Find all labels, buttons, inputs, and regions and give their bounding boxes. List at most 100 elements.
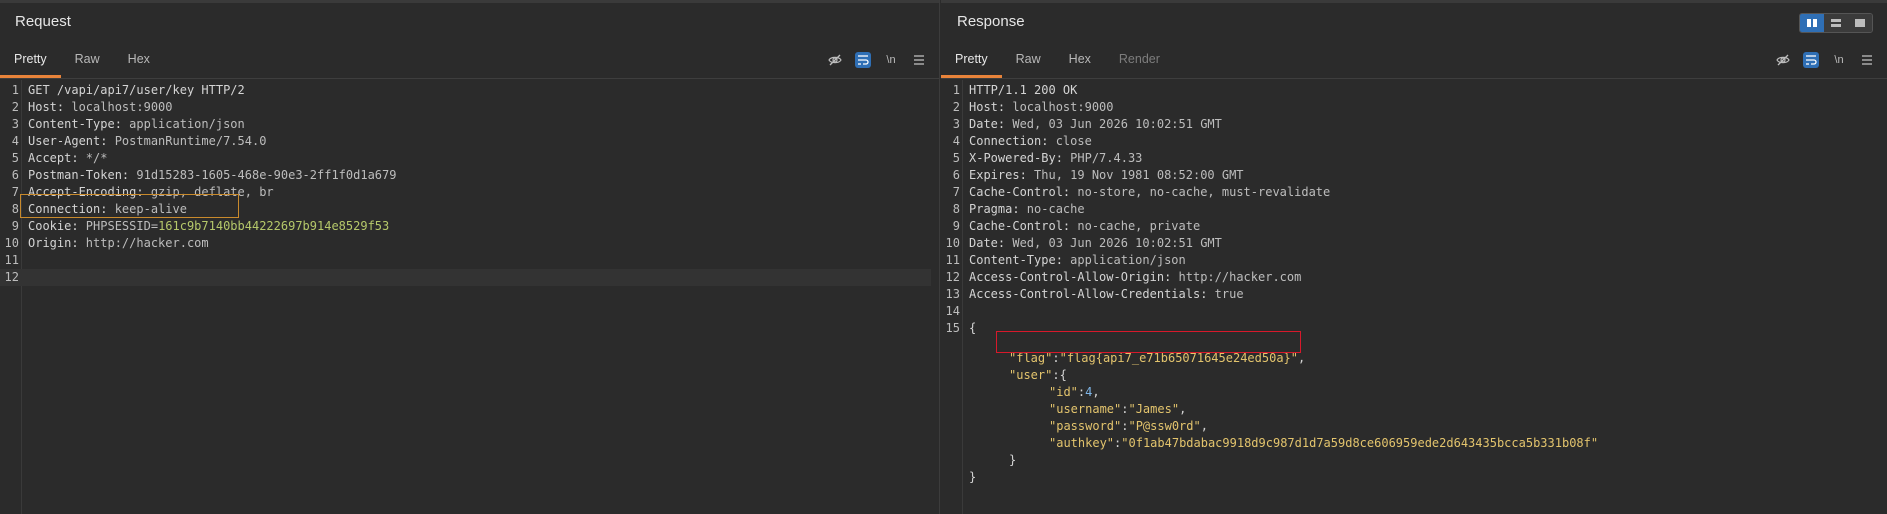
code-line: 10 Date: Wed, 03 Jun 2026 10:02:51 GMT [941,235,1879,252]
header-name: Postman-Token: [28,168,130,182]
header-name: HTTP/1.1 200 OK [969,83,1078,97]
header-name: User-Agent: [28,134,108,148]
code-line: 9 Cookie: PHPSESSID=161c9b7140bb44222697b… [0,218,931,235]
wrap-icon[interactable] [855,52,871,68]
code-line: 2 Host: localhost:9000 [941,99,1879,116]
json-password-line: "password":"P@ssw0rd", [1049,419,1208,433]
line-number: 9 [11,219,19,233]
code-line: 9 Cache-Control: no-cache, private [941,218,1879,235]
line-number: 12 [4,270,19,284]
tab-hex[interactable]: Hex [114,46,164,78]
header-value: PostmanRuntime/7.54.0 [107,134,267,148]
top-border [941,0,1887,3]
tab-raw[interactable]: Raw [61,46,114,78]
tab-pretty[interactable]: Pretty [0,46,61,78]
line-content: Accept: */* [28,150,107,167]
line-content: Content-Type: application/json [28,116,245,133]
code-line: 3 Date: Wed, 03 Jun 2026 10:02:51 GMT [941,116,1879,133]
line-content: Date: Wed, 03 Jun 2026 10:02:51 GMT [969,116,1222,133]
code-line: 6 Postman-Token: 91d15283-1605-468e-90e3-… [0,167,931,184]
header-name: Connection: [969,134,1049,148]
json-outer-close: } [969,470,977,484]
header-name: X-Powered-By: [969,151,1063,165]
response-editor[interactable]: 1 HTTP/1.1 200 OK 2 Host: localhost:9000 3 Da… [941,80,1887,514]
code-line: 11 [0,252,931,269]
code-line: 3 Content-Type: application/json [0,116,931,133]
header-value: http://hacker.com [78,236,209,250]
code-line: 2 Host: localhost:9000 [0,99,931,116]
menu-icon[interactable] [911,52,927,68]
line-content: Cache-Control: no-store, no-cache, must-… [969,184,1330,201]
header-value: application/json [121,117,245,131]
line-number: 8 [952,202,960,216]
line-content: Content-Type: application/json [969,252,1186,269]
response-pane: Response Pretty Raw Hex Render \n 1 HTTP/… [941,0,1887,514]
code-line: 4 User-Agent: PostmanRuntime/7.54.0 [0,133,931,150]
tab-raw[interactable]: Raw [1002,46,1055,78]
line-number: 1 [952,83,960,97]
newline-toggle[interactable]: \n [883,52,899,68]
response-tabs: Pretty Raw Hex Render [941,46,1174,78]
request-editor[interactable]: 1 GET /vapi/api7/user/key HTTP/2 2 Host: lo… [0,80,939,514]
code-line: 12 [0,269,931,286]
header-name: Cookie: [28,219,79,233]
line-number: 8 [11,202,19,216]
header-name: Host: [969,100,1006,114]
header-name: Date: [969,236,1006,250]
header-value: Wed, 03 Jun 2026 10:02:51 GMT [1005,117,1222,131]
header-name: Origin: [28,236,79,250]
eye-off-icon[interactable] [1775,52,1791,68]
code-line: 13 Access-Control-Allow-Credentials: true [941,286,1879,303]
tab-divider [0,78,939,79]
header-value: PHP/7.4.33 [1062,151,1143,165]
line-content: Host: localhost:9000 [28,99,173,116]
line-number: 10 [945,236,960,250]
line-content: GET /vapi/api7/user/key HTTP/2 [28,82,245,99]
line-content: Pragma: no-cache [969,201,1085,218]
line-number: 5 [952,151,960,165]
line-number: 1 [11,83,19,97]
code-line: 7 Cache-Control: no-store, no-cache, must… [941,184,1879,201]
code-line: 4 Connection: close [941,133,1879,150]
tab-render[interactable]: Render [1105,46,1174,78]
tab-divider [941,78,1887,79]
header-value: http://hacker.com [1171,270,1302,284]
wrap-icon[interactable] [1803,52,1819,68]
line-content: Access-Control-Allow-Credentials: true [969,286,1244,303]
code-line: 11 Content-Type: application/json [941,252,1879,269]
code-line: 1 HTTP/1.1 200 OK [941,82,1879,99]
line-number: 11 [945,253,960,267]
header-value: true [1207,287,1244,301]
code-line: 10 Origin: http://hacker.com [0,235,931,252]
tab-hex[interactable]: Hex [1055,46,1105,78]
header-name: Cache-Control: [969,185,1071,199]
code-line: 1 GET /vapi/api7/user/key HTTP/2 [0,82,931,99]
line-content: Date: Wed, 03 Jun 2026 10:02:51 GMT [969,235,1222,252]
split-columns-icon[interactable] [1800,14,1824,32]
header-name: Date: [969,117,1006,131]
top-border [0,0,939,3]
header-name: Accept: [28,151,79,165]
single-pane-icon[interactable] [1848,14,1872,32]
line-content: Cookie: PHPSESSID=161c9b7140bb44222697b9… [28,218,389,235]
tab-pretty[interactable]: Pretty [941,46,1002,78]
split-rows-icon[interactable] [1824,14,1848,32]
menu-icon[interactable] [1859,52,1875,68]
newline-toggle[interactable]: \n [1831,52,1847,68]
header-value: */* [78,151,108,165]
origin-highlight-box [20,194,239,218]
header-value: no-cache, private [1070,219,1201,233]
line-content: Cache-Control: no-cache, private [969,218,1200,235]
line-content: User-Agent: PostmanRuntime/7.54.0 [28,133,266,150]
eye-off-icon[interactable] [827,52,843,68]
header-value: no-store, no-cache, must-revalidate [1070,185,1331,199]
header-name: Access-Control-Allow-Origin: [969,270,1172,284]
request-title: Request [15,13,71,30]
code-line: 5 Accept: */* [0,150,931,167]
line-number: 7 [952,185,960,199]
line-content: Postman-Token: 91d15283-1605-468e-90e3-2… [28,167,396,184]
header-value: localhost:9000 [64,100,173,114]
header-name: Content-Type: [28,117,122,131]
header-value: Thu, 19 Nov 1981 08:52:00 GMT [1026,168,1244,182]
line-content: X-Powered-By: PHP/7.4.33 [969,150,1142,167]
